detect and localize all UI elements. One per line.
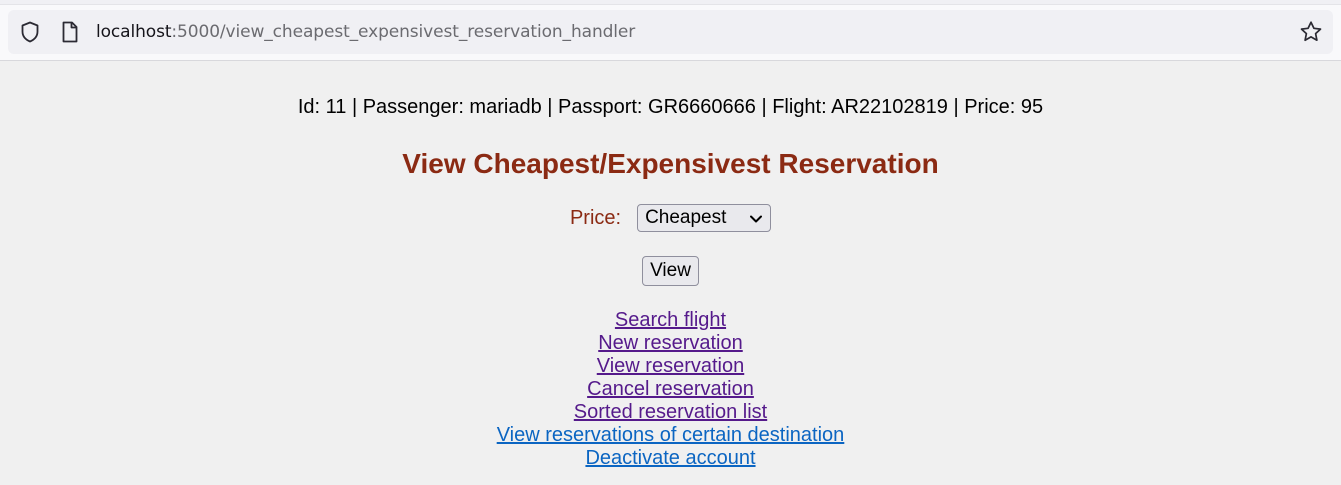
- browser-toolbar: localhost:5000/view_cheapest_expensivest…: [0, 5, 1341, 61]
- deactivate-account-link[interactable]: Deactivate account: [0, 447, 1341, 470]
- search-flight-link[interactable]: Search flight: [0, 309, 1341, 332]
- sorted-reservation-list-link[interactable]: Sorted reservation list: [0, 401, 1341, 424]
- cancel-reservation-link[interactable]: Cancel reservation: [0, 378, 1341, 401]
- price-select[interactable]: Cheapest: [637, 204, 772, 232]
- chevron-down-icon: [750, 207, 763, 229]
- reservation-info: Id: 11 | Passenger: mariadb | Passport: …: [297, 96, 1044, 118]
- nav-links: Search flight New reservation View reser…: [0, 309, 1341, 470]
- page-content: Id: 11 | Passenger: mariadb | Passport: …: [0, 95, 1341, 470]
- url-text[interactable]: localhost:5000/view_cheapest_expensivest…: [96, 22, 635, 42]
- page-icon: [58, 20, 82, 44]
- url-host: localhost: [96, 22, 172, 42]
- new-reservation-link[interactable]: New reservation: [0, 332, 1341, 355]
- shield-icon[interactable]: [18, 20, 42, 44]
- price-label: Price:: [569, 206, 622, 229]
- reservations-by-destination-link[interactable]: View reservations of certain destination: [0, 424, 1341, 447]
- view-button[interactable]: View: [642, 256, 699, 286]
- view-reservation-link[interactable]: View reservation: [0, 355, 1341, 378]
- price-form-row: Price: Cheapest: [0, 203, 1341, 233]
- page-title: View Cheapest/Expensivest Reservation: [402, 148, 939, 179]
- url-path: :5000/view_cheapest_expensivest_reservat…: [171, 22, 636, 42]
- address-bar[interactable]: localhost:5000/view_cheapest_expensivest…: [8, 10, 1333, 54]
- star-icon[interactable]: [1299, 20, 1323, 44]
- price-select-value: Cheapest: [645, 207, 727, 228]
